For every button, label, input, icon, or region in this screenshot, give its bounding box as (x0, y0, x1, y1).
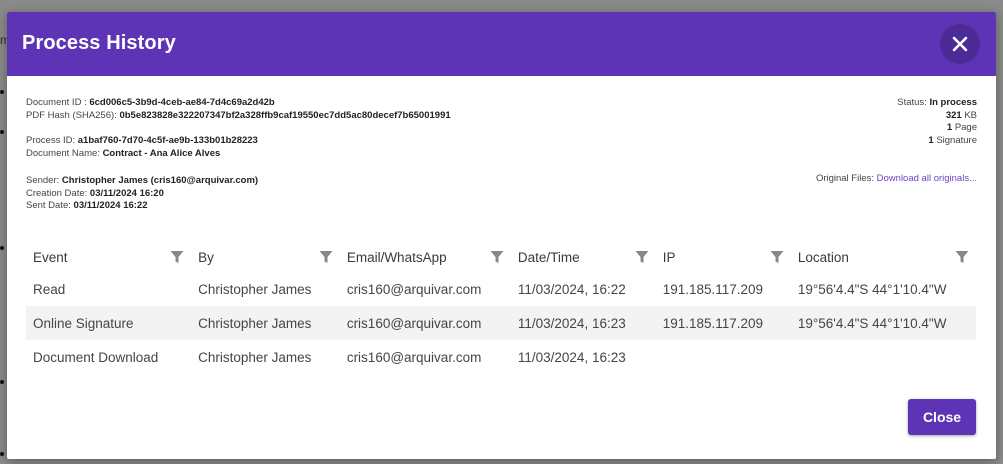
status-value: In process (929, 97, 977, 108)
file-size-row: 321 KB (897, 110, 977, 123)
events-table: Event By Email/WhatsApp Date/Time IP Location… (26, 242, 976, 374)
process-info: Process ID: a1baf760-7d70-4c5f-ae9b-133b… (26, 135, 258, 160)
signature-count-row: 1 Signature (897, 135, 977, 148)
signature-count-unit: Signature (936, 134, 977, 146)
signature-count-value: 1 (928, 134, 934, 146)
pdf-hash-row: PDF Hash (SHA256): 0b5e823828e322207347b… (26, 110, 451, 123)
column-header-location[interactable]: Location (791, 242, 976, 272)
original-files-row: Original Files: Download all originals..… (816, 173, 977, 186)
sender-row: Sender: Christopher James (cris160@arqui… (26, 175, 258, 188)
table-body: Read Christopher James cris160@arquivar.co… (26, 272, 976, 374)
filter-icon[interactable] (955, 250, 969, 264)
table-row: Read Christopher James cris160@arquivar.co… (26, 272, 976, 306)
sender-info: Sender: Christopher James (cris160@arqui… (26, 175, 258, 213)
document-summary: Status: In process 321 KB 1 Page 1 Signa… (897, 97, 977, 147)
cell-ip: 191.185.117.209 (655, 306, 791, 340)
table-row: Document Download Christopher James cris16… (26, 340, 976, 374)
document-id-label: Document ID : (26, 97, 87, 108)
column-header-label: Event (33, 249, 68, 265)
sent-date-value: 03/11/2024 16:22 (73, 200, 148, 211)
document-info: Document ID : 6cd006c5-3b9d-4ceb-ae84-7d… (26, 97, 451, 122)
column-header-content: Event (33, 250, 184, 265)
column-header-content: Location (798, 250, 969, 265)
filter-icon[interactable] (770, 250, 784, 264)
filter-icon[interactable] (170, 250, 184, 264)
pdf-hash-label: PDF Hash (SHA256): (26, 109, 117, 121)
cell-event: Online Signature (26, 306, 192, 340)
file-size-value: 321 (945, 109, 962, 121)
status-row: Status: In process (897, 97, 977, 110)
sent-date-label: Sent Date: (26, 200, 71, 211)
cell-date-time: 11/03/2024, 16:23 (510, 306, 656, 340)
page-count-row: 1 Page (897, 122, 977, 135)
original-files-label: Original Files: (815, 173, 875, 184)
status-label: Status: (897, 97, 927, 108)
cell-location (791, 340, 976, 374)
column-header-label: Date/Time (517, 249, 580, 265)
cell-location: 19°56'4.4"S 44°1'10.4"W (790, 306, 976, 340)
download-all-originals-link[interactable]: Download all originals... (877, 173, 977, 184)
cell-by: Christopher James (198, 349, 312, 365)
cell-ip: 191.185.117.209 (662, 281, 764, 297)
column-header-label: Location (797, 249, 849, 265)
sender-value: Christopher James (cris160@arquivar.com) (61, 175, 259, 186)
process-history-modal: Process History Document ID : 6cd006c5-3… (7, 12, 996, 459)
column-header-content: IP (663, 250, 784, 265)
document-name-value: Contract - Ana Alice Alves (102, 147, 221, 159)
column-header-date-time[interactable]: Date/Time (511, 242, 656, 272)
sender-label: Sender: (26, 175, 60, 186)
creation-date-label: Creation Date: (26, 187, 88, 199)
column-header-label: IP (662, 249, 676, 265)
background-bullet (0, 130, 4, 134)
process-id-row: Process ID: a1baf760-7d70-4c5f-ae9b-133b… (26, 135, 258, 148)
creation-date-value: 03/11/2024 16:20 (89, 187, 164, 199)
close-modal-button[interactable] (940, 24, 980, 64)
table-header-row: Event By Email/WhatsApp Date/Time IP Location (26, 242, 976, 272)
column-header-event[interactable]: Event (26, 242, 191, 272)
document-name-label: Document Name: (26, 147, 100, 159)
column-header-ip[interactable]: IP (656, 242, 791, 272)
cell-email-whatsapp: cris160@arquivar.com (346, 281, 482, 297)
cell-by: Christopher James (191, 306, 340, 340)
process-id-value: a1baf760-7d70-4c5f-ae9b-133b01b28223 (77, 135, 258, 146)
page-count-unit: Page (954, 122, 977, 133)
table-row: Online Signature Christopher James cris160… (26, 306, 976, 340)
filter-icon[interactable] (319, 250, 333, 264)
sent-date-row: Sent Date: 03/11/2024 16:22 (26, 200, 258, 213)
document-name-row: Document Name: Contract - Ana Alice Alve… (26, 148, 258, 161)
column-header-label: Email/WhatsApp (346, 249, 447, 265)
cell-event: Read (33, 281, 66, 297)
page-count-value: 1 (946, 122, 953, 133)
document-id-value: 6cd006c5-3b9d-4ceb-ae84-7d4c69a2d42b (89, 97, 275, 108)
cell-email-whatsapp: cris160@arquivar.com (346, 349, 482, 365)
close-button[interactable]: Close (908, 399, 976, 435)
column-header-content: By (198, 250, 333, 265)
modal-header: Process History (7, 12, 996, 76)
column-header-content: Email/WhatsApp (347, 250, 504, 265)
background-bullet (0, 246, 4, 250)
cell-event: Document Download (33, 349, 159, 365)
file-size-unit: KB (964, 109, 977, 121)
background-bullet (0, 452, 4, 456)
background-bullet (0, 380, 4, 384)
process-id-label: Process ID: (26, 135, 76, 146)
column-header-label: By (198, 249, 214, 265)
modal-title: Process History (22, 32, 176, 54)
cell-ip (656, 340, 791, 374)
cell-location: 19°56'4.4"S 44°1'10.4"W (797, 281, 947, 297)
column-header-by[interactable]: By (191, 242, 340, 272)
background-bullet (0, 90, 4, 94)
column-header-content: Date/Time (518, 250, 649, 265)
cell-date-time: 11/03/2024, 16:22 (517, 281, 626, 297)
filter-icon[interactable] (490, 250, 504, 264)
cell-date-time: 11/03/2024, 16:23 (517, 349, 626, 365)
filter-icon[interactable] (635, 250, 649, 264)
cell-email-whatsapp: cris160@arquivar.com (339, 306, 511, 340)
pdf-hash-value: 0b5e823828e322207347bf2a328ffb9caf19550e… (119, 109, 451, 121)
close-icon (952, 36, 968, 52)
document-id-row: Document ID : 6cd006c5-3b9d-4ceb-ae84-7d… (26, 97, 451, 110)
creation-date-row: Creation Date: 03/11/2024 16:20 (26, 188, 258, 201)
column-header-email-whatsapp[interactable]: Email/WhatsApp (340, 242, 511, 272)
cell-by: Christopher James (198, 281, 312, 297)
